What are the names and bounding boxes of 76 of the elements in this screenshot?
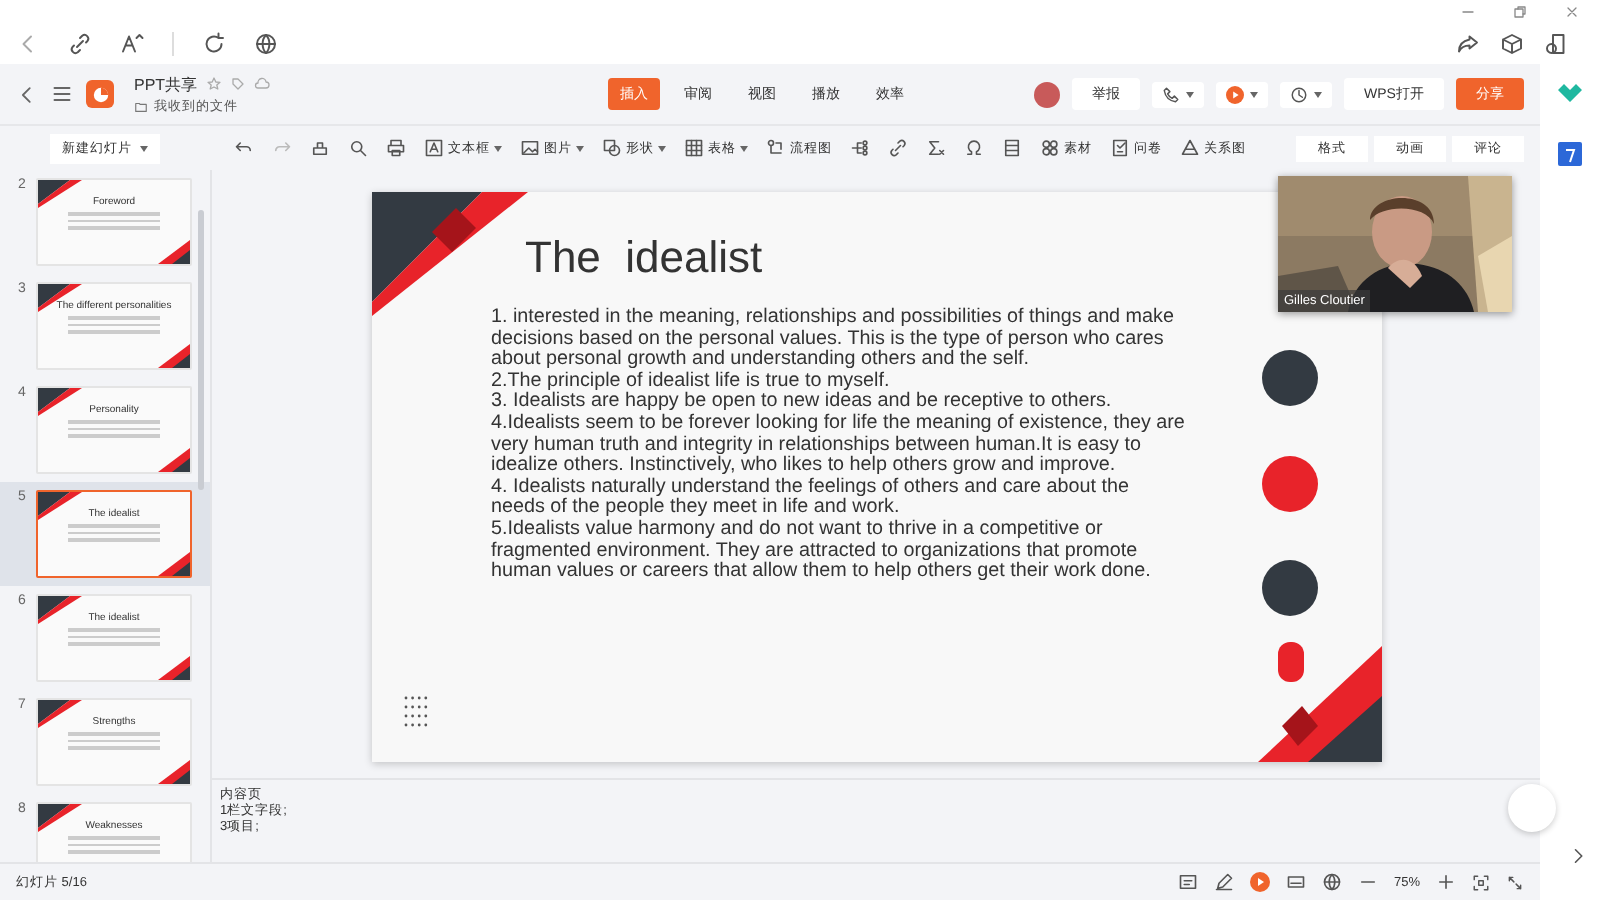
format-painter-icon[interactable] xyxy=(310,138,330,158)
print-icon[interactable] xyxy=(386,138,406,158)
corner-decoration xyxy=(158,760,190,784)
fullscreen-icon[interactable] xyxy=(1506,873,1524,891)
grid-icon[interactable] xyxy=(1002,138,1022,158)
symbol-icon[interactable] xyxy=(964,138,984,158)
close-icon[interactable] xyxy=(1564,4,1580,20)
document-title: PPT共享 xyxy=(134,73,198,95)
fit-icon[interactable] xyxy=(1472,873,1490,891)
circle-shape xyxy=(1259,454,1319,514)
refresh-icon[interactable] xyxy=(202,32,226,56)
questionnaire-icon xyxy=(1110,138,1130,158)
material-icon xyxy=(1040,138,1060,158)
slide-paragraph: 5.Idealists value harmony and do not want to thrive in a competitive or fragmented environment. They are attracted to organizations that promote human values or careers that allow them to help others get their work done. xyxy=(491,519,1153,584)
restore-icon[interactable] xyxy=(1512,4,1528,20)
table-icon xyxy=(684,138,704,158)
star-icon[interactable] xyxy=(205,76,222,92)
flowchart-icon xyxy=(766,138,786,158)
share-icon[interactable] xyxy=(1456,32,1480,56)
read-aloud-icon[interactable] xyxy=(120,32,144,56)
triangle-icon xyxy=(1180,138,1200,158)
caption-icon[interactable] xyxy=(1285,872,1306,892)
corner-decoration xyxy=(38,492,82,520)
caret-icon[interactable] xyxy=(658,145,666,151)
corner-decoration xyxy=(158,448,190,472)
slide-paragraph: 2.The principle of idealist life is true to myself. xyxy=(491,371,890,392)
formula-icon[interactable] xyxy=(926,138,946,158)
menu-icon[interactable] xyxy=(50,82,74,106)
circle-shape xyxy=(1259,348,1319,408)
corner-decoration xyxy=(38,180,82,208)
notes-icon[interactable] xyxy=(1177,872,1198,892)
corner-decoration xyxy=(158,552,190,576)
call-button[interactable] xyxy=(1152,81,1205,107)
corner-decoration xyxy=(158,344,190,368)
image-icon xyxy=(520,138,540,158)
clock-icon xyxy=(1290,85,1309,103)
timer-button[interactable] xyxy=(1280,81,1333,107)
corner-decoration xyxy=(38,388,82,416)
play-icon[interactable] xyxy=(1249,872,1270,892)
corner-decoration xyxy=(38,700,82,728)
globe-icon[interactable] xyxy=(1321,872,1342,892)
caret-icon[interactable] xyxy=(494,145,502,151)
corner-decoration xyxy=(158,656,190,680)
corner-decoration xyxy=(1257,646,1381,762)
slide-paragraph: 4. Idealists naturally understand the feelings of others and care about the needs of the people they meet in life and work. xyxy=(491,477,1131,519)
globe-icon[interactable] xyxy=(254,32,278,56)
slide-title: The idealist xyxy=(525,232,765,284)
play-button[interactable] xyxy=(1216,81,1269,107)
corner-decoration xyxy=(158,240,190,264)
zoom-in-icon[interactable] xyxy=(1436,872,1456,892)
check-logo-icon[interactable] xyxy=(1556,80,1584,104)
dot-grid xyxy=(403,696,427,728)
slide-paragraph: 4.Idealists seem to be forever looking for life the meaning of existence, they are very human truth and integrity in relationships between human.It is easy to idealize others. Instinctively, who likes to help others grow and improve. xyxy=(491,413,1187,477)
app-logo xyxy=(86,80,114,108)
corner-decoration xyxy=(38,804,82,832)
caret-icon[interactable] xyxy=(576,145,584,151)
slide-paragraph: 3. Idealists are happy be open to new ideas and be receptive to others. xyxy=(491,392,1114,413)
slide-paragraph: 1. interested in the meaning, relationships and possibilities of things and make decisions based on the personal values. This is the type of person who cares about personal growth and understanding others and the self. xyxy=(491,308,1176,371)
link-icon[interactable] xyxy=(68,32,92,56)
folder-icon xyxy=(134,99,148,113)
cube-icon[interactable] xyxy=(1500,32,1524,56)
mind-map-icon[interactable] xyxy=(850,138,870,158)
user-avatar[interactable] xyxy=(1034,81,1061,107)
corner-decoration xyxy=(38,596,82,624)
pen-icon[interactable] xyxy=(1213,872,1234,892)
pill-shape xyxy=(1277,642,1303,682)
play-icon xyxy=(1226,85,1245,103)
shape-icon xyxy=(602,138,622,158)
circle-shape xyxy=(1259,558,1319,618)
link-icon[interactable] xyxy=(888,138,908,158)
device-icon[interactable] xyxy=(1544,32,1568,56)
caret-icon[interactable] xyxy=(740,145,748,151)
phone-icon xyxy=(1162,85,1181,103)
calendar-icon[interactable] xyxy=(1558,140,1582,166)
search-icon[interactable] xyxy=(348,138,368,158)
text-box-icon xyxy=(424,138,444,158)
